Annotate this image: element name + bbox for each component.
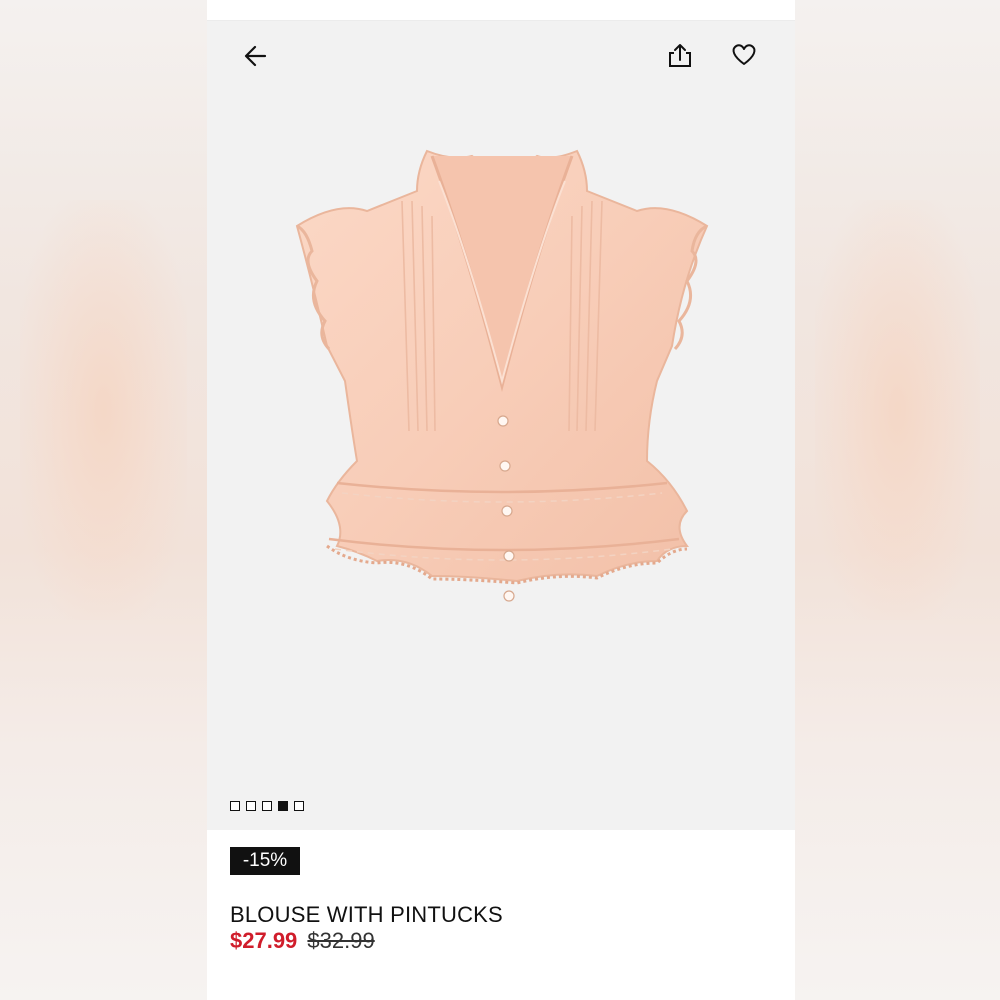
back-button[interactable] (241, 41, 271, 71)
product-info: -15% BLOUSE WITH PINTUCKS $27.99 $32.99 (207, 830, 795, 1000)
pagination-dot[interactable] (230, 801, 240, 811)
product-gallery[interactable] (207, 21, 795, 830)
pagination-dot-active[interactable] (278, 801, 288, 811)
product-name[interactable]: BLOUSE WITH PINTUCKS (230, 902, 503, 928)
image-pagination (230, 801, 304, 811)
share-icon (669, 44, 691, 67)
top-bar (207, 0, 795, 21)
original-price: $32.99 (307, 928, 375, 953)
product-image (295, 149, 709, 602)
product-page: -15% BLOUSE WITH PINTUCKS $27.99 $32.99 (207, 0, 795, 1000)
share-button[interactable] (665, 41, 695, 71)
discount-badge: -15% (230, 847, 300, 875)
pagination-dot[interactable] (246, 801, 256, 811)
sale-price: $27.99 (230, 928, 298, 953)
blurred-background-left (0, 0, 207, 1000)
blurred-background-right (795, 0, 1000, 1000)
pagination-dot[interactable] (262, 801, 272, 811)
heart-icon (732, 44, 756, 65)
favorite-button[interactable] (729, 39, 759, 69)
price-block: $27.99 $32.99 (230, 928, 375, 954)
arrow-left-icon (244, 45, 267, 67)
pagination-dot[interactable] (294, 801, 304, 811)
